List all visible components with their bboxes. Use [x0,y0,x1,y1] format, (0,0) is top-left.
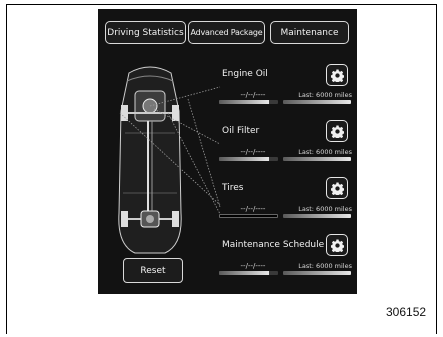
engine-oil-title: Engine Oil [222,69,268,79]
tires-date: --/--/---- [240,205,266,213]
maintenance-schedule-title: Maintenance Schedule [222,240,325,250]
gear-icon [330,69,344,82]
maintenance-schedule-progress-bar [219,271,278,275]
tires-title: Tires [222,183,244,193]
maintenance-schedule-distance-bar [283,271,351,275]
tires-last: Last: 6000 miles [298,205,352,213]
oil-filter-progress-bar [219,157,278,161]
oil-filter-distance-bar [283,157,351,161]
tires-distance-bar [283,214,351,218]
figure-number: 306152 [386,305,427,319]
maintenance-schedule-last: Last: 6000 miles [298,262,352,270]
infotainment-screen: Driving Statistics Advanced Package Main… [98,9,357,294]
engine-oil-settings-button[interactable] [326,64,348,86]
reset-button[interactable]: Reset [123,258,183,283]
oil-filter-date: --/--/---- [240,148,266,156]
gear-icon [330,182,344,195]
engine-oil-last: Last: 6000 miles [298,91,352,99]
tires-settings-button[interactable] [326,177,348,199]
oil-filter-settings-button[interactable] [326,120,348,142]
gear-icon [330,125,344,138]
oil-filter-title: Oil Filter [222,126,260,136]
engine-oil-date: --/--/---- [240,91,266,99]
engine-oil-progress-bar [219,100,278,104]
maintenance-schedule-date: --/--/---- [240,262,266,270]
tires-progress-bar [219,214,278,218]
maintenance-schedule-settings-button[interactable] [326,234,348,256]
gear-icon [330,239,344,252]
engine-oil-distance-bar [283,100,351,104]
oil-filter-last: Last: 6000 miles [298,148,352,156]
